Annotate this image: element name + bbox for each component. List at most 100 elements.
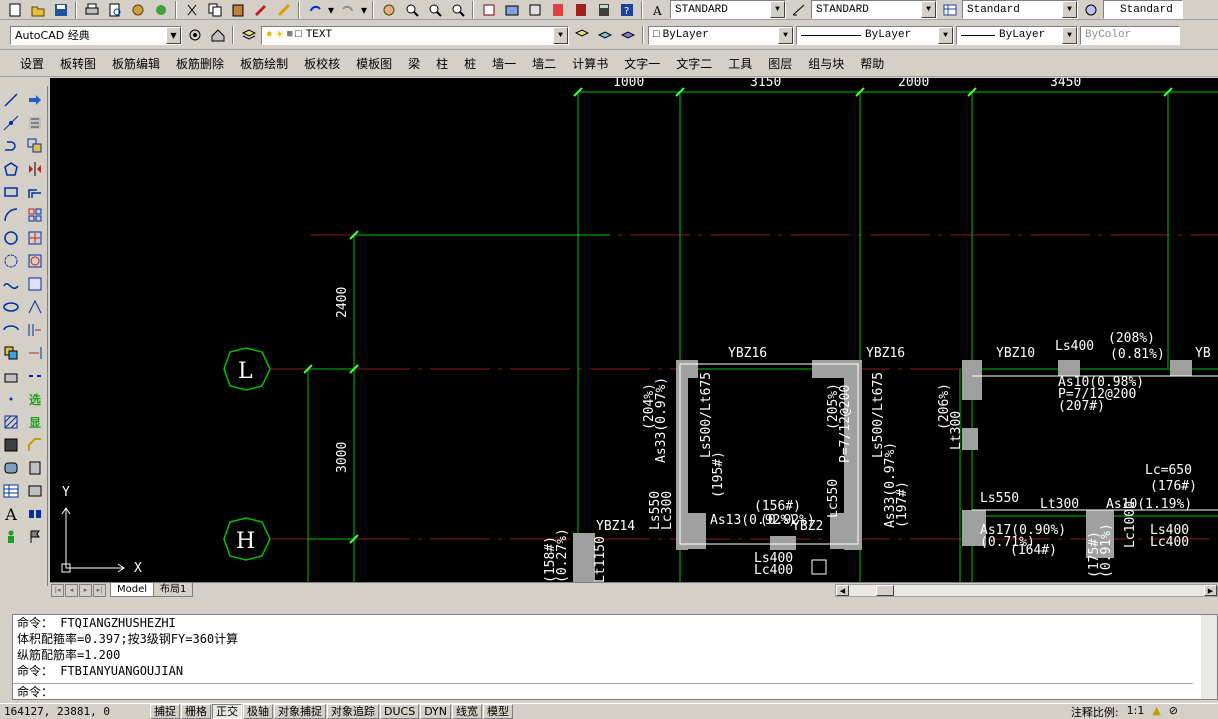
status-toggle-button[interactable]: 捕捉 — [150, 704, 180, 719]
pan-icon[interactable] — [378, 0, 399, 19]
text-style-select[interactable]: STANDARD ▼ — [670, 0, 786, 19]
status-toggle-button[interactable]: 极轴 — [243, 704, 273, 719]
status-toggle-button[interactable]: 对象捕捉 — [274, 704, 326, 719]
horizontal-scrollbar[interactable]: ◀ ▶ — [835, 584, 1218, 597]
match-properties-icon[interactable] — [250, 0, 271, 19]
display-icon[interactable]: 显 — [25, 412, 45, 432]
layer-previous-icon[interactable] — [594, 26, 615, 45]
move-icon[interactable] — [25, 228, 45, 248]
gradient-icon[interactable] — [1, 435, 21, 455]
chevron-down-icon[interactable]: ▼ — [166, 26, 181, 44]
construction-line-icon[interactable] — [1, 113, 21, 133]
trim-icon[interactable] — [25, 320, 45, 340]
extend-icon[interactable] — [25, 343, 45, 363]
table-style-select[interactable]: Standard ▼ — [962, 0, 1078, 19]
join-icon[interactable] — [25, 504, 45, 524]
menu-item[interactable]: 板校核 — [296, 53, 348, 75]
multileader-style-select[interactable]: Standard — [1103, 0, 1183, 19]
menu-item[interactable]: 板筋删除 — [168, 53, 232, 75]
spline-icon[interactable] — [1, 274, 21, 294]
break-icon[interactable] — [25, 366, 45, 386]
menu-item[interactable]: 板筋编辑 — [104, 53, 168, 75]
region-icon[interactable] — [1, 458, 21, 478]
scale-icon[interactable] — [25, 274, 45, 294]
copy-icon[interactable] — [204, 0, 225, 19]
line-icon[interactable] — [1, 90, 21, 110]
menu-item[interactable]: 帮助 — [852, 53, 892, 75]
rotate-icon[interactable] — [25, 251, 45, 271]
arrow-right-icon[interactable] — [25, 90, 45, 110]
menu-item[interactable]: 桩 — [456, 53, 484, 75]
zoom-window-icon[interactable] — [424, 0, 445, 19]
tab-layout1[interactable]: 布局1 — [153, 583, 194, 597]
paste-icon[interactable] — [227, 0, 248, 19]
array-icon[interactable] — [25, 205, 45, 225]
linetype-select[interactable]: ByLayer ▼ — [796, 25, 954, 45]
menu-item[interactable]: 柱 — [428, 53, 456, 75]
status-toggle-button[interactable]: 线宽 — [452, 704, 483, 719]
last-tab-icon[interactable]: ▸| — [93, 583, 106, 597]
scroll-thumb[interactable] — [876, 585, 894, 596]
stretch-icon[interactable] — [25, 297, 45, 317]
drawing-svg[interactable]: 1000 3150 2000 3450 2400 3000 L H YBZ16 … — [50, 78, 1218, 583]
calculator-icon[interactable] — [593, 0, 614, 19]
make-object-layer-current-icon[interactable] — [571, 26, 592, 45]
offset-icon[interactable] — [25, 182, 45, 202]
status-toggle-button[interactable]: 模型 — [483, 704, 514, 719]
point-icon[interactable] — [1, 389, 21, 409]
publish-icon[interactable] — [127, 0, 148, 19]
new-file-icon[interactable] — [4, 0, 25, 19]
menu-item[interactable]: 板筋绘制 — [232, 53, 296, 75]
tool-palettes-icon[interactable] — [524, 0, 545, 19]
command-scrollbar[interactable] — [1201, 615, 1217, 699]
layer-states-icon[interactable] — [617, 26, 638, 45]
make-block-icon[interactable] — [1, 366, 21, 386]
ellipse-icon[interactable] — [1, 297, 21, 317]
layer-manager-icon[interactable] — [238, 26, 259, 45]
insert-block-icon[interactable] — [1, 343, 21, 363]
status-toggle-button[interactable]: DYN — [420, 704, 452, 719]
rectangle-icon[interactable] — [1, 182, 21, 202]
tab-model[interactable]: Model — [110, 583, 155, 597]
next-tab-icon[interactable]: ▸ — [79, 583, 92, 597]
select-icon[interactable]: 选 — [25, 389, 45, 409]
preview-icon[interactable] — [104, 0, 125, 19]
explode-icon[interactable] — [25, 481, 45, 501]
flag-icon[interactable] — [25, 527, 45, 547]
table-style-icon[interactable] — [939, 0, 960, 19]
dim-style-select[interactable]: STANDARD ▼ — [811, 0, 937, 19]
markup-icon[interactable] — [570, 0, 591, 19]
chevron-down-icon[interactable]: ▾ — [360, 0, 368, 19]
menu-item[interactable]: 文字二 — [668, 53, 720, 75]
grid-bubble-H[interactable]: H — [223, 517, 271, 561]
color-select[interactable]: □ ByLayer ▼ — [648, 25, 794, 45]
text-style-icon[interactable]: A — [647, 0, 668, 19]
polygon-icon[interactable] — [1, 159, 21, 179]
table-icon[interactable] — [1, 481, 21, 501]
scroll-right-icon[interactable]: ▶ — [1204, 585, 1217, 596]
menu-item[interactable]: 文字一 — [616, 53, 668, 75]
workspace-select[interactable]: AutoCAD 经典 ▼ — [10, 25, 182, 45]
my-workspace-icon[interactable] — [207, 26, 228, 45]
erase-icon[interactable] — [25, 113, 45, 133]
menu-item[interactable]: 设置 — [12, 53, 52, 75]
dim-style-icon[interactable] — [788, 0, 809, 19]
menu-item[interactable]: 组与块 — [800, 53, 852, 75]
prev-tab-icon[interactable]: ◂ — [65, 583, 78, 597]
menu-item[interactable]: 板转图 — [52, 53, 104, 75]
chevron-down-icon[interactable]: ▼ — [921, 1, 936, 18]
arc-icon[interactable] — [1, 205, 21, 225]
command-window[interactable]: 命令： FTQIANGZHUSHEZHI 体积配箍率=0.397;按3级钢FY=… — [12, 614, 1218, 700]
layer-select[interactable]: ● ☀ ■ □ TEXT ▼ — [261, 25, 569, 45]
annotation-scale-value[interactable]: 1:1 — [1127, 704, 1145, 719]
plot-icon[interactable] — [150, 0, 171, 19]
mirror-icon[interactable] — [25, 159, 45, 179]
properties-icon[interactable] — [478, 0, 499, 19]
menu-item[interactable]: 图层 — [760, 53, 800, 75]
circle-icon[interactable] — [1, 228, 21, 248]
print-icon[interactable] — [81, 0, 102, 19]
redo-icon[interactable] — [337, 0, 358, 19]
lock-icon[interactable]: ⊘ — [1169, 704, 1178, 719]
grid-bubble-L[interactable]: L — [223, 347, 271, 391]
chamfer-icon[interactable] — [25, 435, 45, 455]
